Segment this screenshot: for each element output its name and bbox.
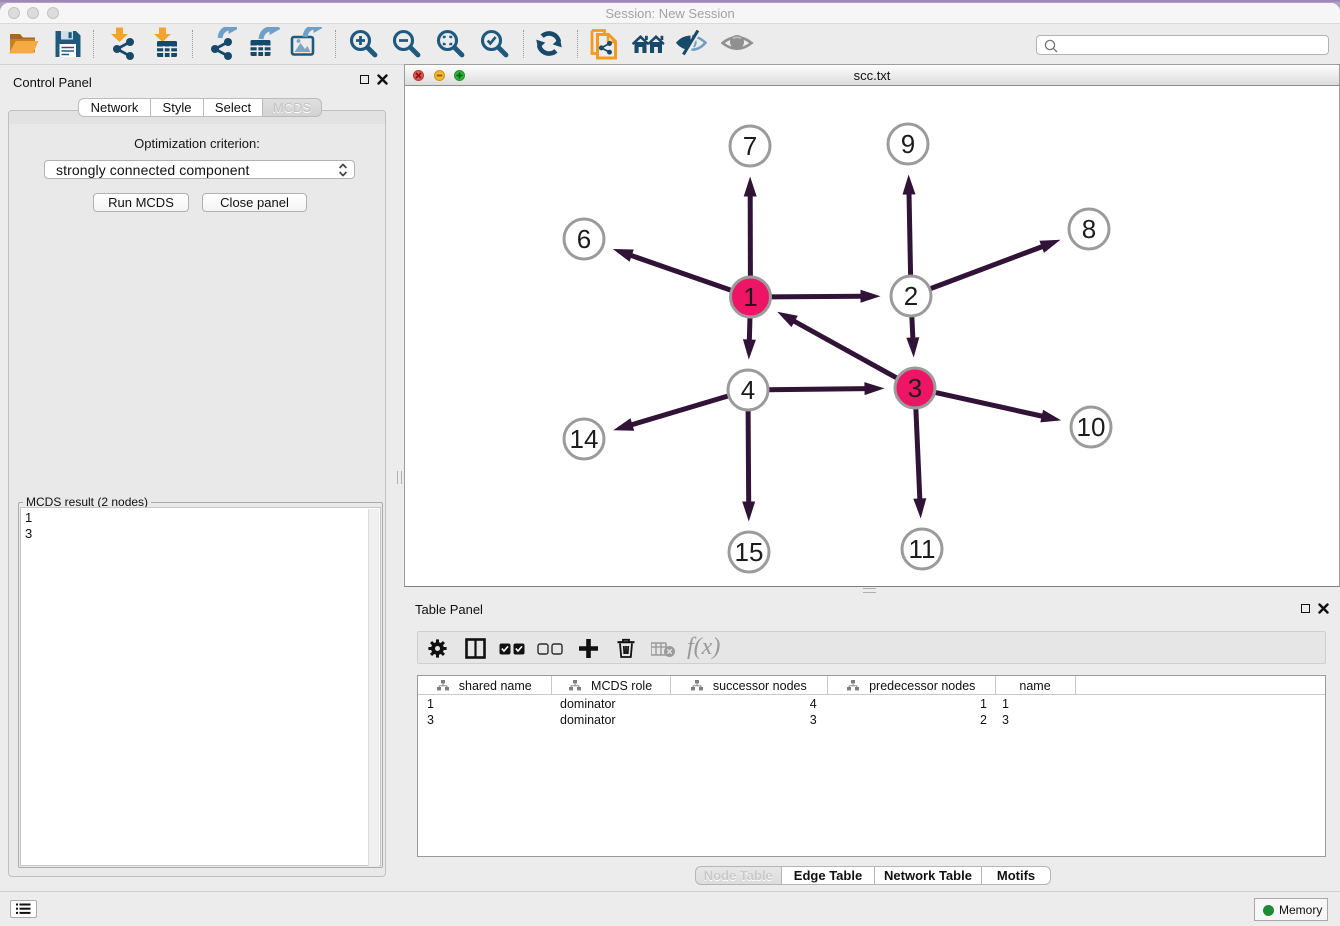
svg-text:8: 8 bbox=[1082, 214, 1096, 244]
svg-text:1: 1 bbox=[743, 282, 757, 312]
svg-text:15: 15 bbox=[735, 537, 764, 567]
svg-text:9: 9 bbox=[901, 129, 915, 159]
svg-text:7: 7 bbox=[743, 131, 757, 161]
svg-text:10: 10 bbox=[1077, 412, 1106, 442]
svg-text:4: 4 bbox=[741, 375, 755, 405]
svg-text:3: 3 bbox=[908, 373, 922, 403]
svg-text:11: 11 bbox=[909, 534, 936, 564]
svg-text:6: 6 bbox=[577, 224, 591, 254]
svg-text:14: 14 bbox=[570, 424, 599, 454]
svg-text:2: 2 bbox=[904, 281, 918, 311]
